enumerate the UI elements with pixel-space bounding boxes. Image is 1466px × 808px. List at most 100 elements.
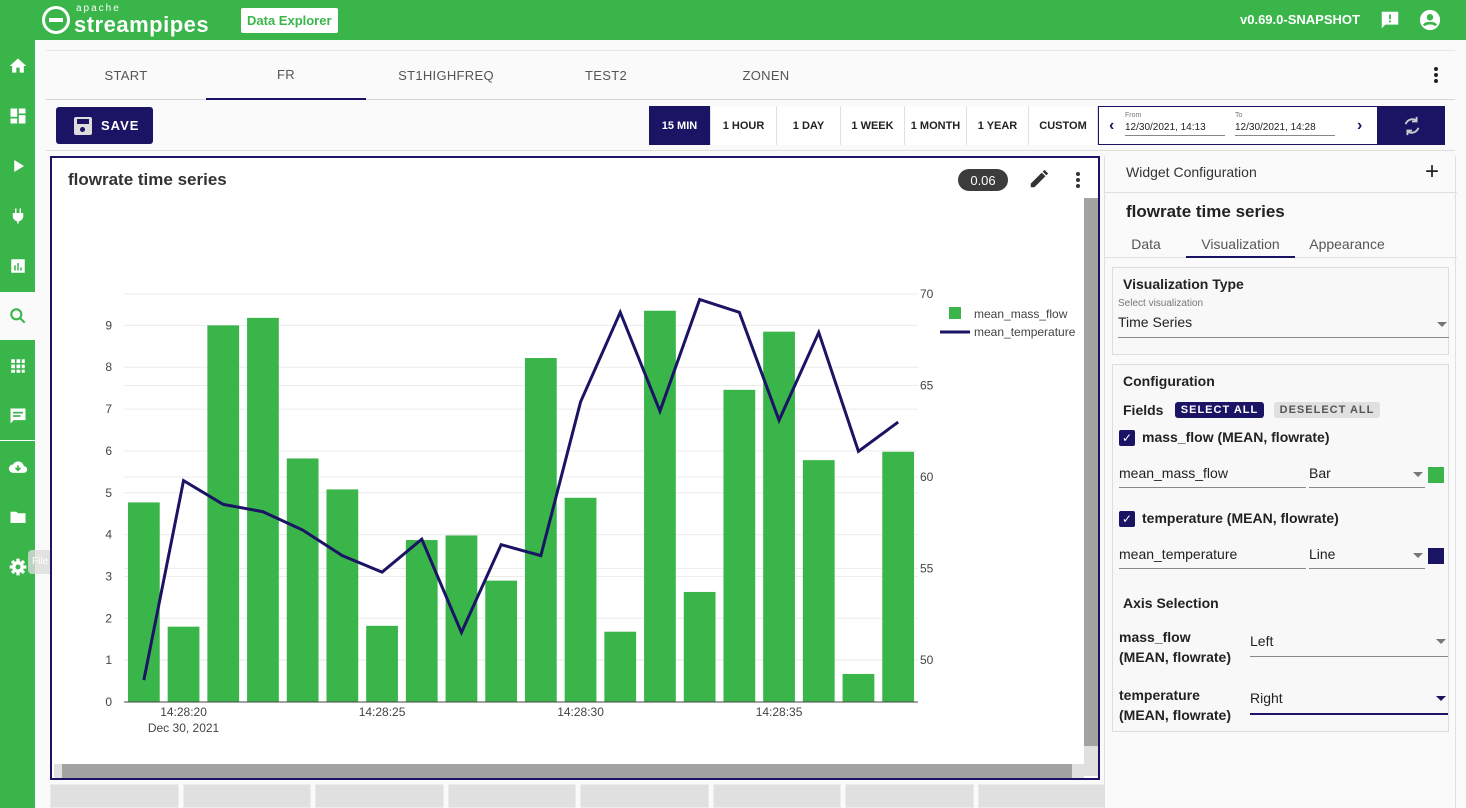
vertical-scrollbar[interactable]	[1084, 198, 1098, 776]
y-right-tick-label: 50	[920, 653, 934, 667]
bar-mean-mass-flow	[882, 451, 915, 702]
dropdown-arrow-icon	[1436, 696, 1446, 701]
temperature-display-name-input[interactable]: mean_temperature	[1119, 542, 1306, 569]
horizontal-scroll-thumb[interactable]	[62, 764, 1072, 778]
sidebar-item-notifications[interactable]	[0, 392, 35, 440]
to-label: To	[1235, 112, 1243, 119]
sidebar-item-home[interactable]	[0, 42, 35, 90]
temperature-display-name: mean_temperature	[1119, 546, 1238, 562]
mass-flow-color-picker[interactable]	[1428, 467, 1444, 483]
time-series-chart: 0 1 2 3 4 5 6 7 8 9 50 55 60 65 70 14:28:20 Dec 30, 2021…	[105, 287, 1075, 735]
range-1-day[interactable]: 1 DAY	[777, 106, 841, 145]
y-right-tick-label: 65	[920, 378, 934, 392]
chevron-left-icon[interactable]: ‹	[1109, 117, 1114, 135]
range-15-min[interactable]: 15 MIN	[649, 106, 711, 145]
visualization-select-value: Time Series	[1118, 314, 1193, 330]
bar-mean-mass-flow	[564, 497, 597, 702]
dashboard-tabs: START FR ST1HIGHFREQ TEST2 ZONEN	[46, 50, 1455, 100]
x-tick-label: 14:28:30	[557, 705, 604, 719]
logo-icon	[42, 6, 70, 34]
add-icon[interactable]: +	[1425, 158, 1439, 186]
temperature-color-picker[interactable]	[1428, 548, 1444, 564]
tab-fr[interactable]: FR	[206, 51, 366, 100]
sidebar-item-files[interactable]	[0, 493, 35, 541]
range-1-week[interactable]: 1 WEEK	[841, 106, 905, 145]
from-field[interactable]: From 12/30/2021, 14:13	[1125, 112, 1225, 136]
visualization-select[interactable]: Time Series	[1118, 314, 1449, 338]
mass-flow-field-label: mass_flow (MEAN, flowrate)	[1142, 429, 1330, 445]
sidebar-item-charts[interactable]	[0, 242, 35, 290]
temperature-type-value: Line	[1309, 546, 1336, 562]
from-value[interactable]: 12/30/2021, 14:13	[1125, 122, 1225, 136]
tab-zonen[interactable]: ZONEN	[686, 51, 846, 100]
select-all-button[interactable]: SELECT ALL	[1175, 402, 1264, 418]
panel-tab-data[interactable]: Data	[1131, 236, 1161, 258]
home-icon	[9, 58, 26, 73]
bar-mean-mass-flow	[127, 502, 160, 702]
sidebar-item-dashboard[interactable]	[0, 92, 35, 140]
range-custom[interactable]: CUSTOM	[1029, 106, 1098, 145]
sidebar-item-data-explorer[interactable]	[0, 292, 35, 340]
bar-mean-mass-flow	[485, 580, 518, 702]
chat-icon	[10, 408, 25, 424]
y-left-tick-label: 1	[105, 653, 112, 667]
range-1-month[interactable]: 1 MONTH	[905, 106, 967, 145]
bar-chart-icon	[10, 259, 25, 273]
tab-st1highfreq[interactable]: ST1HIGHFREQ	[366, 51, 526, 100]
bar-mean-mass-flow	[167, 626, 200, 702]
sidebar-item-apps[interactable]	[0, 342, 35, 390]
more-vert-icon[interactable]	[1426, 65, 1446, 85]
temperature-type-select[interactable]: Line	[1309, 542, 1425, 569]
streampipes-logo[interactable]: apache streampipes	[42, 4, 209, 36]
refresh-button[interactable]	[1378, 106, 1445, 145]
y-left-tick-label: 3	[105, 569, 112, 583]
grid-layer	[124, 293, 918, 703]
y-left-tick-label: 0	[105, 695, 112, 709]
panel-tab-visualization[interactable]: Visualization	[1186, 236, 1295, 258]
x-tick-label: 14:28:20	[160, 705, 207, 719]
from-label: From	[1125, 112, 1142, 119]
save-button[interactable]: SAVE	[56, 107, 153, 144]
account-icon[interactable]	[1418, 8, 1442, 32]
mass-flow-checkbox[interactable]: ✓	[1119, 430, 1135, 446]
cloud-download-icon	[8, 461, 27, 473]
mass-flow-type-select[interactable]: Bar	[1309, 461, 1425, 488]
bar-mean-mass-flow	[723, 389, 756, 702]
vertical-scroll-thumb[interactable]	[1084, 198, 1098, 746]
gear-icon	[9, 558, 26, 576]
to-value[interactable]: 12/30/2021, 14:28	[1235, 122, 1335, 136]
sidebar-item-connect[interactable]	[0, 192, 35, 240]
bar-mean-mass-flow	[524, 358, 557, 702]
mass-flow-axis-value: Left	[1250, 633, 1274, 649]
legend-label-mass-flow: mean_mass_flow	[974, 307, 1068, 321]
vis-select-label: Select visualization	[1118, 298, 1204, 309]
mass-flow-axis-select[interactable]: Left	[1250, 631, 1448, 657]
panel-tabs: Data Visualization Appearance	[1105, 234, 1457, 258]
bar-mean-mass-flow	[207, 325, 240, 702]
mass-flow-display-name-input[interactable]: mean_mass_flow	[1119, 461, 1306, 488]
range-1-year[interactable]: 1 YEAR	[967, 106, 1029, 145]
horizontal-scrollbar[interactable]	[54, 764, 1084, 778]
temperature-checkbox[interactable]: ✓	[1119, 511, 1135, 527]
legend-swatch-mass-flow	[949, 307, 961, 319]
y-left-tick-label: 2	[105, 611, 112, 625]
tab-start[interactable]: START	[46, 51, 206, 100]
sidebar-item-install[interactable]	[0, 443, 35, 491]
to-field[interactable]: To 12/30/2021, 14:28	[1235, 112, 1335, 136]
deselect-all-button[interactable]: DESELECT ALL	[1274, 402, 1380, 418]
temperature-axis-label: temperature (MEAN, flowrate)	[1119, 687, 1231, 723]
panel-header: Widget Configuration +	[1105, 156, 1457, 193]
dropdown-arrow-icon	[1437, 322, 1447, 327]
dropdown-arrow-icon	[1436, 639, 1446, 644]
configuration-heading: Configuration	[1123, 373, 1215, 389]
feedback-icon[interactable]	[1378, 8, 1402, 32]
chevron-right-icon[interactable]: ›	[1357, 117, 1362, 135]
bar-mean-mass-flow	[842, 673, 875, 702]
temperature-axis-select[interactable]: Right	[1250, 688, 1448, 715]
range-1-hour[interactable]: 1 HOUR	[711, 106, 777, 145]
tab-test2[interactable]: TEST2	[526, 51, 686, 100]
panel-tab-appearance[interactable]: Appearance	[1307, 236, 1387, 258]
version-label: v0.69.0-SNAPSHOT	[1240, 12, 1360, 27]
sidebar-item-pipelines[interactable]	[0, 142, 35, 190]
search-icon	[9, 308, 25, 324]
